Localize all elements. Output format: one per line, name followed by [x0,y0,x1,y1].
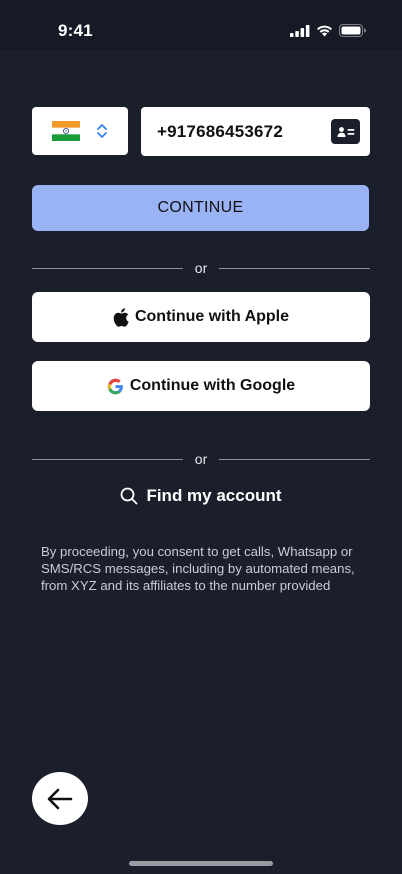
status-icons [290,24,366,37]
phone-number-input[interactable] [157,107,317,156]
or-divider-2: or [32,451,371,467]
divider-text: or [194,260,208,276]
chevron-up-down-icon [97,124,107,138]
contact-picker-button[interactable] [331,119,360,144]
divider-line [219,267,371,269]
divider-line [219,458,371,460]
divider-text: or [194,451,208,467]
contact-card-icon [337,126,354,137]
search-icon [121,487,138,505]
google-button-label: Continue with Google [129,377,296,394]
phone-number-field [141,107,370,156]
battery-icon [339,24,366,37]
wifi-icon [317,25,332,36]
apple-logo-icon [113,307,129,327]
status-bar: 9:41 [0,0,402,50]
continue-button[interactable]: CONTINUE [32,185,369,231]
google-logo-icon [107,378,123,394]
india-flag-icon [52,121,80,141]
or-divider-1: or [32,260,371,276]
continue-with-google-button[interactable]: Continue with Google [32,361,370,411]
find-my-account-link[interactable]: Find my account [0,482,402,510]
continue-with-apple-button[interactable]: Continue with Apple [32,292,370,342]
divider-line [32,458,183,460]
find-my-account-label: Find my account [146,486,282,505]
home-indicator[interactable] [129,861,273,866]
country-code-selector[interactable] [32,107,128,155]
apple-button-label: Continue with Apple [134,308,290,325]
consent-text: By proceeding, you consent to get calls,… [41,544,355,593]
divider-line [32,267,183,269]
arrow-left-icon [47,788,73,809]
back-button[interactable] [32,772,88,825]
status-time: 9:41 [58,21,93,40]
cellular-signal-icon [290,24,310,37]
